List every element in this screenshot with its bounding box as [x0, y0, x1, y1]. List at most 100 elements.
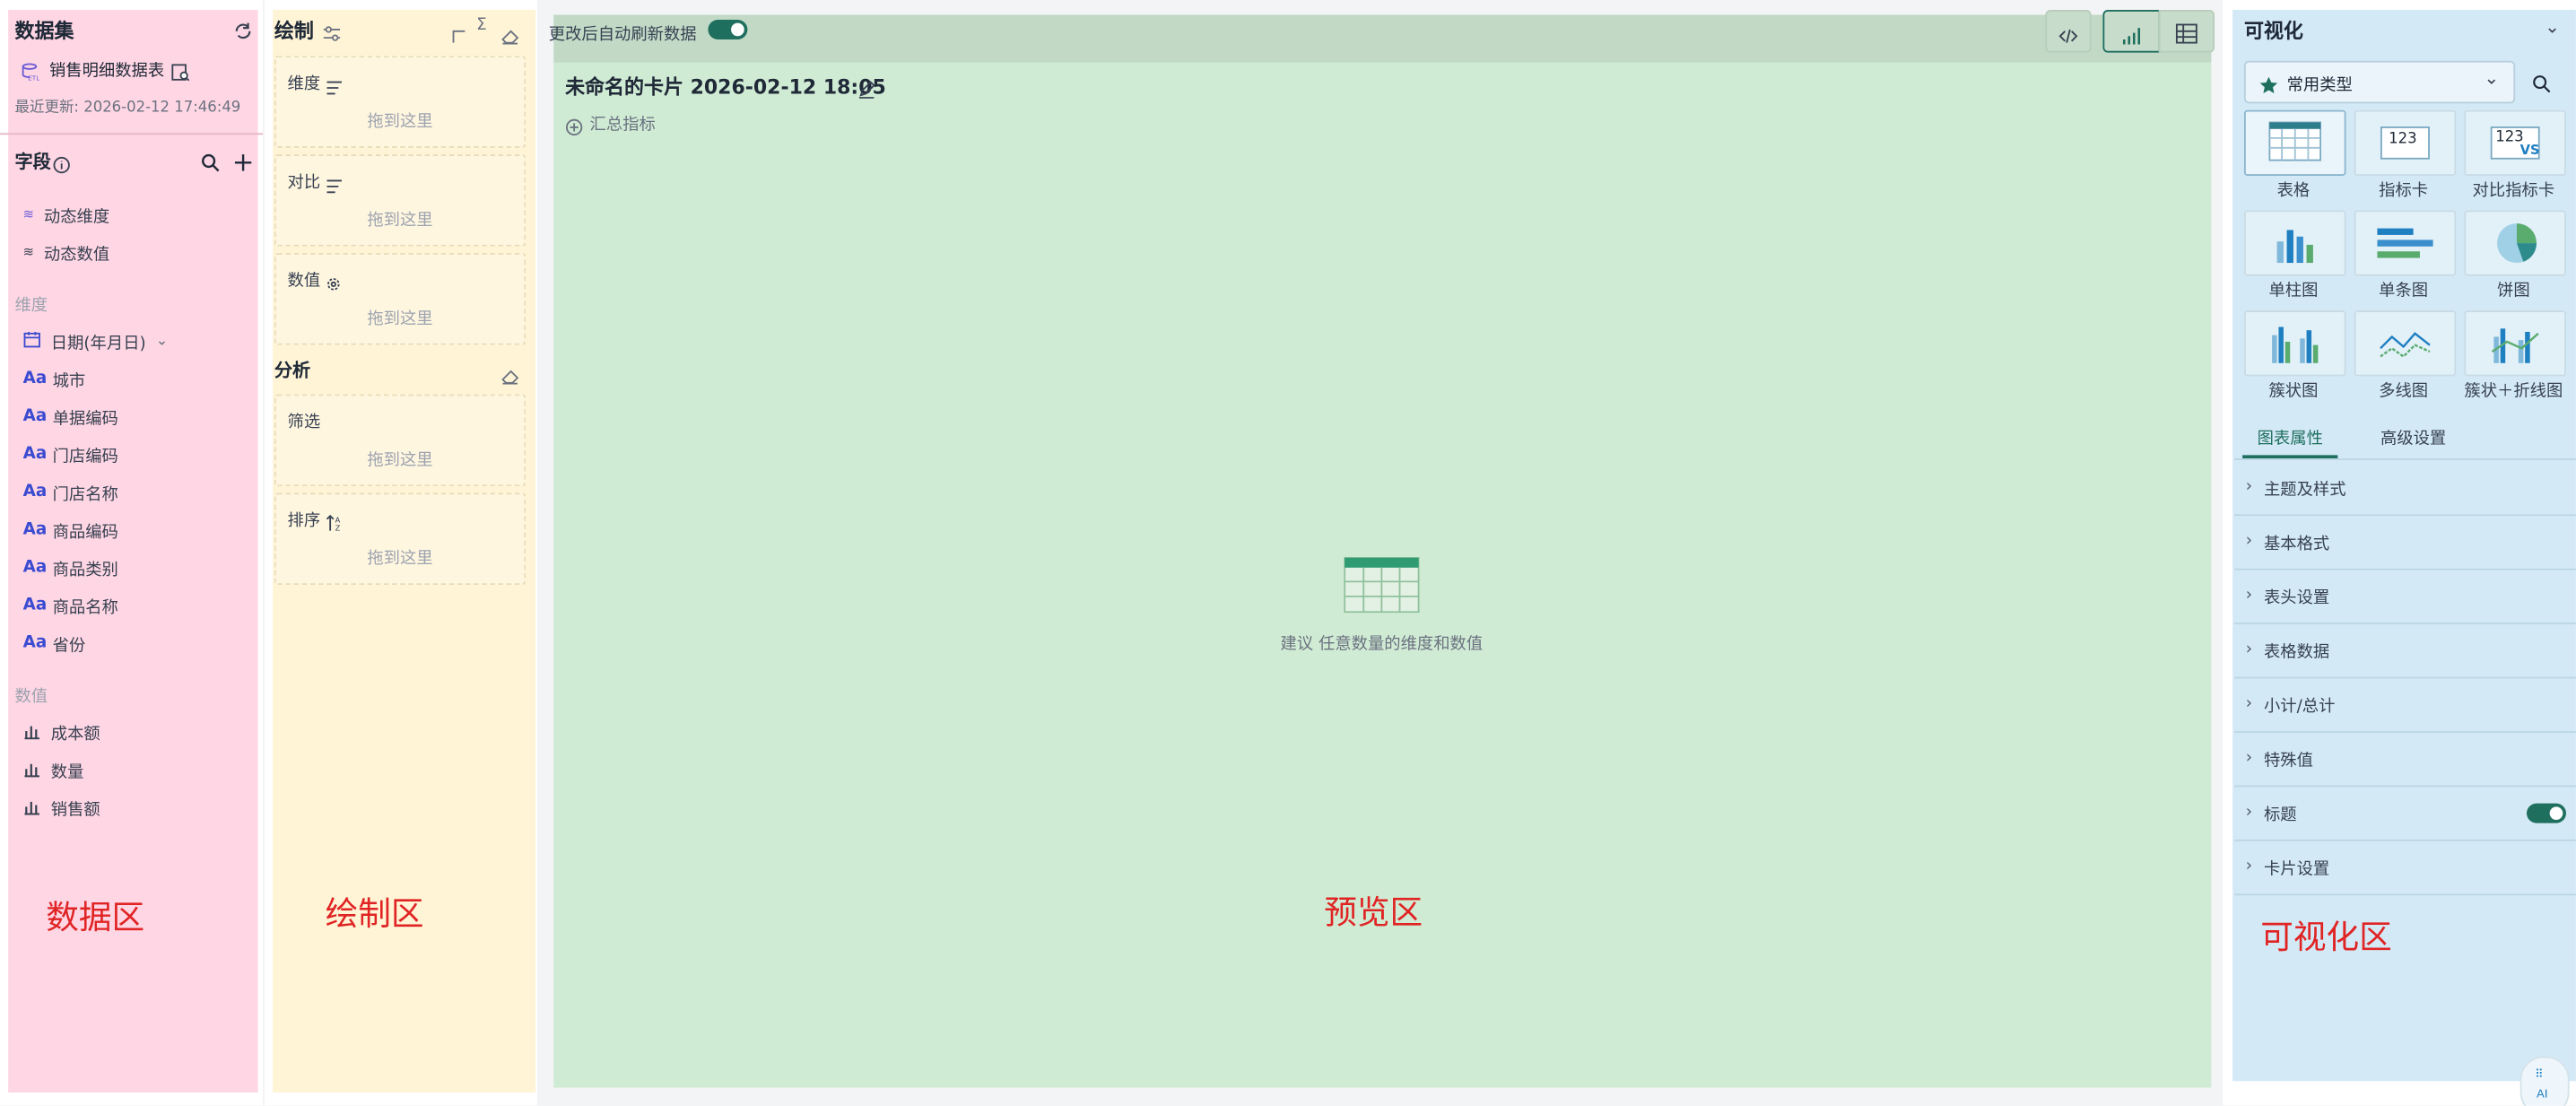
- vs-badge: VS: [2519, 143, 2540, 158]
- sort-drop-zone[interactable]: 排序 AZ 拖到这里: [274, 492, 527, 586]
- add-field-icon[interactable]: [233, 148, 253, 171]
- add-metric-link[interactable]: 汇总指标: [590, 110, 656, 135]
- table-view-button[interactable]: [2158, 9, 2215, 53]
- field-measure[interactable]: 数量: [23, 757, 84, 782]
- title-toggle[interactable]: [2527, 803, 2566, 823]
- chevron-down-icon[interactable]: ⌄: [156, 333, 169, 349]
- card-title[interactable]: 未命名的卡片 2026-02-12 18:05: [565, 73, 886, 100]
- chart-type-bar[interactable]: [2354, 210, 2457, 276]
- drop-hint: 拖到这里: [367, 113, 433, 132]
- filter-drop-zone[interactable]: 筛选 拖到这里: [274, 394, 527, 487]
- preview-data-icon[interactable]: [170, 57, 190, 82]
- eraser-icon[interactable]: [501, 20, 519, 45]
- text-type-icon: Aa: [22, 445, 48, 464]
- dynamic-dimension-icon: ≋: [22, 206, 34, 222]
- compare-drop-zone[interactable]: 对比 拖到这里: [274, 154, 527, 247]
- ai-assistant-button[interactable]: ⠿ AI: [2519, 1056, 2570, 1106]
- multi-line-icon: [2379, 326, 2432, 369]
- chart-type-multi-line[interactable]: [2354, 310, 2457, 377]
- auto-refresh-toggle[interactable]: [708, 19, 748, 39]
- property-label: 主题及样式: [2263, 481, 2346, 500]
- add-circle-icon[interactable]: [565, 112, 583, 144]
- value-drop-zone[interactable]: 数值 拖到这里: [274, 253, 527, 345]
- field-label: 动态数值: [43, 246, 110, 265]
- dataset-name[interactable]: 销售明细数据表: [49, 56, 164, 81]
- clustered-column-icon: [2268, 322, 2321, 371]
- chart-type-compare-kpi[interactable]: 123 VS: [2464, 109, 2566, 176]
- sort-az-icon[interactable]: AZ: [326, 508, 344, 539]
- property-theme-style[interactable]: › 主题及样式: [2233, 460, 2576, 517]
- field-date[interactable]: 日期(年月日) ⌄: [23, 328, 169, 353]
- edit-title-icon[interactable]: [857, 74, 875, 105]
- property-special-values[interactable]: › 特殊值: [2233, 731, 2576, 788]
- info-icon[interactable]: [53, 150, 71, 174]
- chart-type-table[interactable]: [2243, 109, 2346, 176]
- code-view-button[interactable]: [2045, 9, 2092, 53]
- svg-text:Z: Z: [335, 524, 341, 533]
- chart-type-clustered[interactable]: [2243, 310, 2346, 377]
- text-type-icon: Aa: [22, 558, 48, 577]
- property-label: 标题: [2263, 806, 2297, 825]
- field-dimension[interactable]: Aa 城市: [22, 366, 86, 391]
- select-value: 常用类型: [2286, 77, 2353, 96]
- field-dynamic-measure[interactable]: ≋ 动态数值: [22, 239, 110, 265]
- draw-area-label: 绘制区: [325, 893, 424, 934]
- sort-lines-icon[interactable]: [326, 71, 344, 102]
- field-label: 商品类别: [52, 562, 118, 580]
- viz-title: 可视化: [2243, 19, 2303, 43]
- eraser-icon[interactable]: [501, 360, 519, 385]
- zone-label: 筛选: [287, 414, 321, 432]
- sigma-icon[interactable]: Σ: [476, 16, 487, 34]
- field-dimension[interactable]: Aa 省份: [22, 631, 86, 656]
- field-measure[interactable]: 成本额: [23, 719, 100, 745]
- field-dynamic-dimension[interactable]: ≋ 动态维度: [22, 202, 110, 227]
- sort-lines-icon[interactable]: [326, 170, 344, 201]
- property-table-data[interactable]: › 表格数据: [2233, 623, 2576, 679]
- settings-sliders-icon[interactable]: [322, 18, 342, 41]
- measure-bars-icon: [23, 758, 41, 781]
- field-measure[interactable]: 销售额: [23, 795, 100, 820]
- svg-text:ETL: ETL: [28, 74, 39, 83]
- field-dimension[interactable]: Aa 单据编码: [23, 405, 118, 429]
- field-label: 门店编码: [52, 448, 118, 467]
- field-dimension[interactable]: Aa 商品编码: [23, 518, 118, 543]
- field-dimension[interactable]: Aa 门店名称: [23, 480, 118, 504]
- property-title[interactable]: › 标题: [2233, 786, 2576, 841]
- field-dimension[interactable]: Aa 商品类别: [22, 555, 118, 580]
- collapse-chevron-icon[interactable]: ⌄: [2545, 16, 2560, 38]
- chart-type-kpi-card[interactable]: 123: [2354, 109, 2457, 176]
- field-label: 商品编码: [52, 524, 118, 543]
- field-label: 商品名称: [52, 599, 118, 618]
- chart-type-select[interactable]: 常用类型 ⌄: [2243, 60, 2516, 104]
- text-type-icon: Aa: [22, 633, 48, 653]
- gear-icon[interactable]: [326, 268, 342, 300]
- ai-label: AI: [2536, 1087, 2548, 1102]
- tab-chart-properties[interactable]: 图表属性: [2258, 424, 2323, 448]
- chevron-right-icon: ›: [2245, 749, 2253, 768]
- property-label: 表头设置: [2263, 589, 2330, 608]
- field-label: 门店名称: [52, 486, 118, 505]
- chart-view-button[interactable]: [2102, 9, 2161, 53]
- field-label: 数量: [50, 763, 84, 782]
- property-card-settings[interactable]: › 卡片设置: [2233, 840, 2576, 896]
- dynamic-measure-icon: ≋: [22, 244, 34, 260]
- divider: [0, 133, 264, 135]
- field-dimension[interactable]: Aa 商品名称: [23, 593, 118, 618]
- search-icon[interactable]: [200, 148, 220, 172]
- field-label: 销售额: [50, 801, 100, 820]
- chart-type-column[interactable]: [2243, 210, 2346, 276]
- search-icon[interactable]: [2531, 69, 2551, 100]
- field-dimension[interactable]: Aa 门店编码: [23, 442, 118, 466]
- drop-hint: 拖到这里: [367, 310, 433, 329]
- dimension-drop-zone[interactable]: 维度 拖到这里: [274, 56, 527, 148]
- property-header-settings[interactable]: › 表头设置: [2233, 569, 2576, 625]
- tab-advanced-settings[interactable]: 高级设置: [2380, 424, 2446, 448]
- property-subtotal-total[interactable]: › 小计/总计: [2233, 677, 2576, 733]
- chart-tile-label: 表格: [2276, 182, 2311, 201]
- switch-dataset-icon[interactable]: [233, 16, 253, 39]
- text-type-icon: Aa: [22, 370, 48, 388]
- chart-type-pie[interactable]: [2464, 210, 2566, 276]
- chart-type-combo[interactable]: [2464, 310, 2566, 377]
- property-basic-format[interactable]: › 基本格式: [2233, 514, 2576, 570]
- corner-icon[interactable]: [450, 20, 466, 43]
